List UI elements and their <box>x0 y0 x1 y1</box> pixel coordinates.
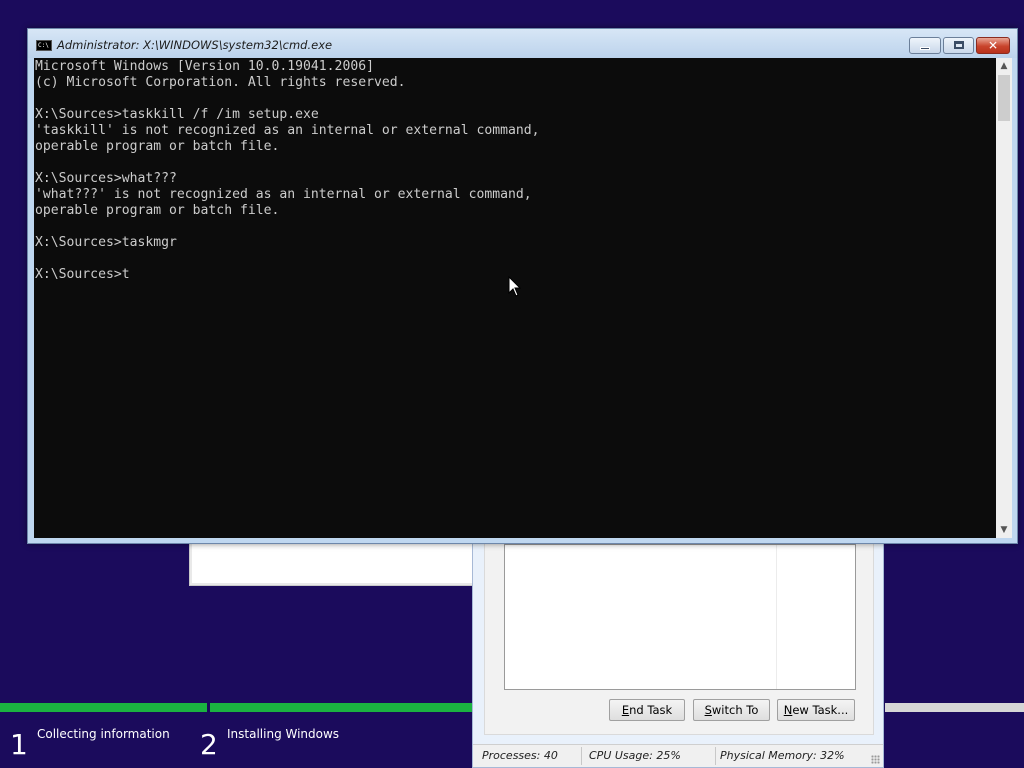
step-label: Collecting information <box>37 727 170 741</box>
title-bar[interactable]: C:\ Administrator: X:\WINDOWS\system32\c… <box>28 29 1017 58</box>
physical-memory: Physical Memory: 32% <box>720 749 845 762</box>
minimize-icon <box>920 47 930 50</box>
task-manager-window: End Task Switch To New Task... Processes… <box>472 536 884 768</box>
status-bar: Processes: 40 CPU Usage: 25% Physical Me… <box>473 744 883 767</box>
console-output[interactable]: Microsoft Windows [Version 10.0.19041.20… <box>34 58 996 538</box>
processes-count: Processes: 40 <box>482 749 558 762</box>
scroll-thumb[interactable] <box>998 75 1010 121</box>
scroll-up-icon[interactable]: ▲ <box>996 58 1012 74</box>
command-prompt-window: C:\ Administrator: X:\WINDOWS\system32\c… <box>27 28 1018 544</box>
status-divider <box>581 747 582 765</box>
console-icon[interactable]: C:\ <box>36 40 52 51</box>
progress-pending <box>885 703 1024 712</box>
end-task-button[interactable]: End Task <box>609 699 685 721</box>
mouse-pointer-icon <box>508 276 522 297</box>
vertical-scrollbar[interactable]: ▲ ▼ <box>996 58 1012 538</box>
close-button[interactable]: ✕ <box>976 37 1010 54</box>
cpu-usage: CPU Usage: 25% <box>589 749 681 762</box>
window-title: Administrator: X:\WINDOWS\system32\cmd.e… <box>57 38 333 52</box>
setup-dialog-panel <box>189 540 489 586</box>
progress-collecting-info <box>0 703 207 712</box>
maximize-icon <box>954 41 964 49</box>
resize-grip-icon[interactable] <box>871 755 880 764</box>
progress-installing <box>210 703 473 712</box>
minimize-button[interactable] <box>909 37 941 54</box>
step-number: 1 <box>10 728 28 761</box>
maximize-button[interactable] <box>943 37 974 54</box>
applications-list[interactable] <box>504 544 856 690</box>
status-divider <box>715 747 716 765</box>
console-text: Microsoft Windows [Version 10.0.19041.20… <box>35 59 540 282</box>
step-label: Installing Windows <box>227 727 340 741</box>
close-icon: ✕ <box>987 38 999 52</box>
scroll-down-icon[interactable]: ▼ <box>996 522 1012 538</box>
switch-to-button[interactable]: Switch To <box>693 699 770 721</box>
step-number: 2 <box>200 728 218 761</box>
new-task-button[interactable]: New Task... <box>777 699 855 721</box>
task-manager-content: End Task Switch To New Task... <box>484 537 874 735</box>
column-separator <box>776 545 777 689</box>
